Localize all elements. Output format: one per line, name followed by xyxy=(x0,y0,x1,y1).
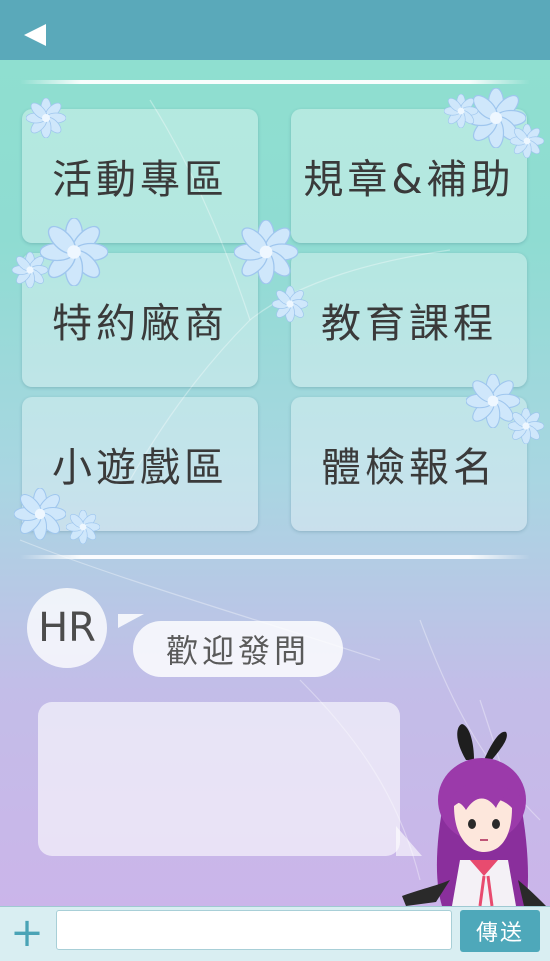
tile-education-courses[interactable]: 教育課程 xyxy=(291,253,527,387)
tile-health-check-signup[interactable]: 體檢報名 xyxy=(291,397,527,531)
tile-label: 體檢報名 xyxy=(321,445,497,491)
greeting-bubble-tail xyxy=(118,614,144,628)
top-bar xyxy=(0,0,550,60)
send-button[interactable]: 傳送 xyxy=(460,910,540,952)
tile-label: 特約廠商 xyxy=(52,301,228,347)
greeting-text: 歡迎發問 xyxy=(165,632,310,670)
chat-input[interactable] xyxy=(56,910,452,950)
tile-label: 小遊戲區 xyxy=(52,445,228,491)
avatar-text: HR xyxy=(38,605,96,651)
back-arrow-icon[interactable] xyxy=(24,24,46,46)
message-display-box xyxy=(38,702,400,856)
bottom-divider xyxy=(20,555,530,559)
tile-label: 活動專區 xyxy=(52,157,228,203)
tile-activities[interactable]: 活動專區 xyxy=(22,109,258,243)
tile-label: 教育課程 xyxy=(321,301,497,347)
plus-icon[interactable]: + xyxy=(10,913,44,953)
greeting-bubble: 歡迎發問 xyxy=(133,621,343,677)
tile-mini-games[interactable]: 小遊戲區 xyxy=(22,397,258,531)
mascot-character-icon xyxy=(402,724,546,906)
tile-partner-vendors[interactable]: 特約廠商 xyxy=(22,253,258,387)
top-divider xyxy=(20,80,530,84)
plus-glyph: + xyxy=(10,910,44,956)
tile-regulations-subsidies[interactable]: 規章&補助 xyxy=(291,109,527,243)
tile-label: 規章&補助 xyxy=(303,157,515,203)
avatar: HR xyxy=(27,588,107,668)
